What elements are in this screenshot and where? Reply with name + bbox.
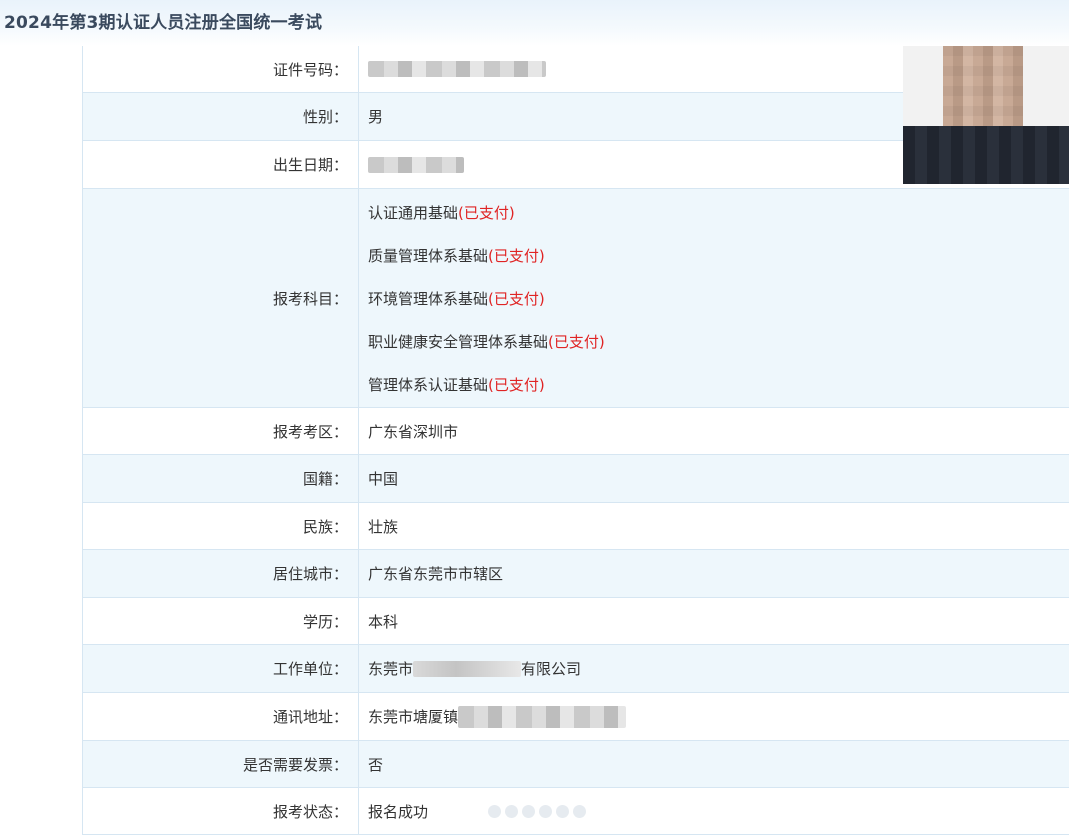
employer-suffix: 有限公司 <box>521 660 582 678</box>
exam-area-label: 报考考区： <box>83 408 359 454</box>
subject-item: 认证通用基础 (已支付) <box>368 191 1069 234</box>
status-value: 报名成功 <box>368 802 429 821</box>
subjects-list: 认证通用基础 (已支付) 质量管理体系基础 (已支付) 环境管理体系基础 (已支付) … <box>359 189 1069 407</box>
subject-item: 管理体系认证基础 (已支付) <box>368 363 1069 406</box>
ethnicity-value: 壮族 <box>368 517 399 536</box>
row-city: 居住城市： 广东省东莞市市辖区 <box>83 550 1069 598</box>
city-value: 广东省东莞市市辖区 <box>368 565 504 583</box>
subject-name: 管理体系认证基础 <box>368 375 489 394</box>
exam-area-value: 广东省深圳市 <box>368 422 459 441</box>
photo-face-pixelated <box>943 46 1023 136</box>
invoice-label: 是否需要发票： <box>83 741 359 787</box>
title-bar: 2024年第3期认证人员注册全国统一考试 <box>0 0 1069 46</box>
page-title: 2024年第3期认证人员注册全国统一考试 <box>4 13 323 33</box>
invoice-value: 否 <box>368 755 384 774</box>
employer-value: 东莞市 有限公司 <box>359 645 1069 692</box>
subject-name: 认证通用基础 <box>368 203 459 222</box>
nationality-label: 国籍： <box>83 455 359 502</box>
redacted-id-number <box>368 61 546 77</box>
paid-status: (已支付) <box>458 203 515 222</box>
dot-indicator <box>505 805 518 818</box>
paid-status: (已支付) <box>488 289 545 308</box>
subject-item: 职业健康安全管理体系基础 (已支付) <box>368 320 1069 363</box>
photo-shirt <box>903 126 1069 184</box>
row-education: 学历： 本科 <box>83 598 1069 645</box>
paid-status: (已支付) <box>488 246 545 265</box>
row-nationality: 国籍： 中国 <box>83 455 1069 503</box>
row-ethnicity: 民族： 壮族 <box>83 503 1069 550</box>
subject-name: 职业健康安全管理体系基础 <box>368 332 549 351</box>
employer-prefix: 东莞市 <box>368 660 414 678</box>
dot-indicator <box>488 805 501 818</box>
address-label: 通讯地址： <box>83 693 359 740</box>
row-invoice: 是否需要发票： 否 <box>83 741 1069 788</box>
applicant-photo <box>903 46 1069 184</box>
status-label: 报考状态： <box>83 788 359 834</box>
dot-indicator <box>522 805 535 818</box>
redacted-address <box>458 705 627 728</box>
education-label: 学历： <box>83 598 359 644</box>
subject-name: 环境管理体系基础 <box>368 289 489 308</box>
subject-item: 环境管理体系基础 (已支付) <box>368 277 1069 320</box>
row-address: 通讯地址： 东莞市塘厦镇 <box>83 693 1069 741</box>
birth-date-label: 出生日期： <box>83 141 359 188</box>
subject-name: 质量管理体系基础 <box>368 246 489 265</box>
nationality-value: 中国 <box>368 470 399 488</box>
row-employer: 工作单位： 东莞市 有限公司 <box>83 645 1069 693</box>
subject-item: 质量管理体系基础 (已支付) <box>368 234 1069 277</box>
paid-status: (已支付) <box>548 332 605 351</box>
address-prefix: 东莞市塘厦镇 <box>368 708 459 726</box>
subjects-label: 报考科目： <box>83 189 359 407</box>
employer-label: 工作单位： <box>83 645 359 692</box>
city-label: 居住城市： <box>83 550 359 597</box>
dot-indicator <box>556 805 569 818</box>
paid-status: (已支付) <box>488 375 545 394</box>
dot-indicator <box>573 805 586 818</box>
address-value: 东莞市塘厦镇 <box>359 693 1069 740</box>
ethnicity-label: 民族： <box>83 503 359 549</box>
redacted-birth-date <box>368 156 464 173</box>
row-subjects: 报考科目： 认证通用基础 (已支付) 质量管理体系基础 (已支付) 环境管理体系基础… <box>83 189 1069 408</box>
dot-indicator <box>539 805 552 818</box>
id-number-label: 证件号码： <box>83 46 359 92</box>
row-exam-area: 报考考区： 广东省深圳市 <box>83 408 1069 455</box>
gender-label: 性别： <box>83 93 359 140</box>
redacted-employer <box>413 660 522 677</box>
pagination-dots <box>488 805 586 818</box>
education-value: 本科 <box>368 612 399 631</box>
